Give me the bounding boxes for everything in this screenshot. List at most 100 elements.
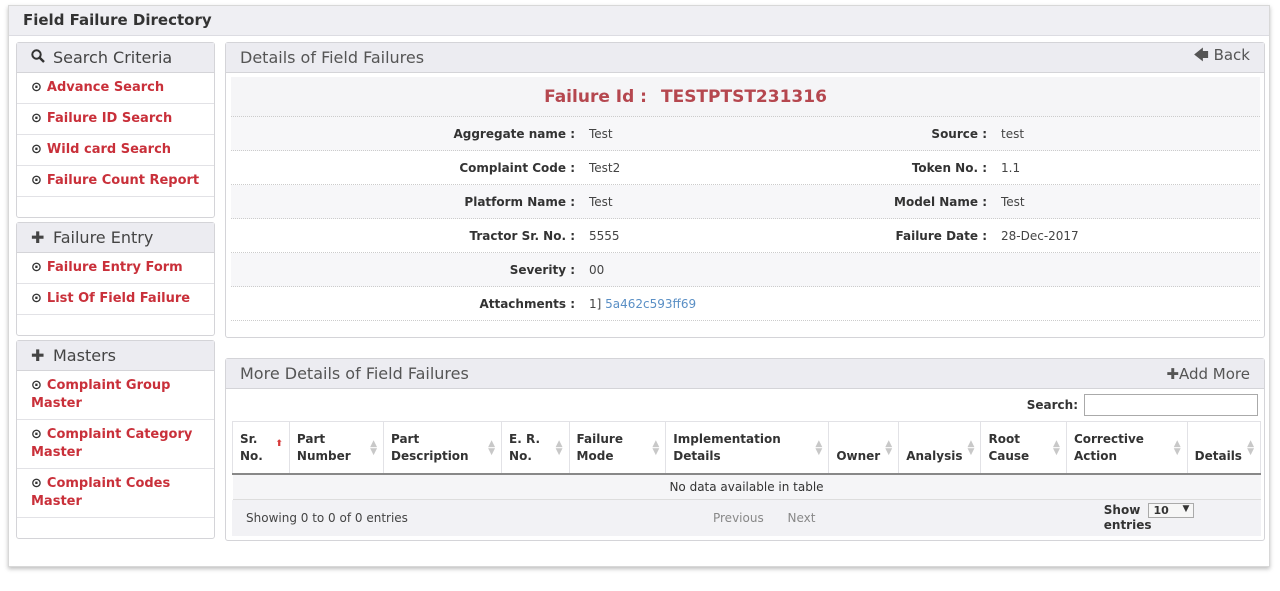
sidebar-item-label: Failure ID Search — [46, 111, 173, 126]
detail-row: Platform Name : Test Model Name : Test — [231, 185, 1260, 219]
source-value: test — [1001, 126, 1025, 141]
failure-entry-title: Failure Entry — [53, 228, 154, 247]
sort-icon: ▲ ▼ — [1173, 439, 1181, 457]
circle-dot-icon: ⊙ — [31, 111, 42, 126]
pagination: Previous Next — [713, 511, 1104, 525]
sort-icon: ▲ ▼ — [652, 439, 660, 457]
failure-entry-panel: ✚ Failure Entry ⊙ Failure Entry Form ⊙ Lis… — [16, 222, 215, 336]
page-length-value: 10 — [1153, 504, 1169, 517]
sidebar-item-label: Failure Entry Form — [46, 260, 183, 275]
sidebar-item-failure-id-search[interactable]: ⊙ Failure ID Search — [17, 104, 214, 135]
sort-icon: ▲ ▼ — [555, 439, 563, 457]
tractor-label: Tractor Sr. No. : — [469, 228, 575, 243]
sidebar-item-list-of-field-failure[interactable]: ⊙ List Of Field Failure — [17, 284, 214, 315]
page-length-select[interactable]: 10 ▼ — [1148, 503, 1195, 518]
sidebar-item-label: Complaint Codes Master — [31, 476, 171, 509]
circle-dot-icon: ⊙ — [31, 80, 42, 95]
masters-header: ✚ Masters — [17, 341, 214, 371]
column-header-er-no[interactable]: E. R. No. ▲ ▼ — [501, 421, 570, 475]
sidebar-item-complaint-codes-master[interactable]: ⊙ Complaint Codes Master — [17, 469, 214, 518]
column-header-details[interactable]: Details ▲ ▼ — [1186, 421, 1262, 475]
column-header-root-cause[interactable]: Root Cause ▲ ▼ — [980, 421, 1067, 475]
column-header-implementation-details[interactable]: Implementation Details ▲ ▼ — [665, 421, 830, 475]
column-header-owner[interactable]: Owner ▲ ▼ — [828, 421, 900, 475]
token-value: 1.1 — [1001, 160, 1021, 175]
failure-id-value: TESTPTST231316 — [660, 86, 827, 107]
search-input[interactable] — [1084, 394, 1258, 416]
sidebar-item-complaint-category-master[interactable]: ⊙ Complaint Category Master — [17, 420, 214, 469]
back-button[interactable]: 🡄 Back — [1193, 45, 1250, 70]
model-label: Model Name : — [894, 194, 987, 209]
aggregate-label: Aggregate name : — [453, 126, 575, 141]
previous-button[interactable]: Previous — [713, 511, 764, 525]
model-value: Test — [1001, 194, 1025, 209]
back-label: Back — [1213, 46, 1250, 64]
details-header: Details of Field Failures 🡄 Back — [226, 43, 1264, 73]
search-criteria-panel: Search Criteria ⊙ Advance Search ⊙ Failure… — [16, 42, 215, 218]
more-details-panel: More Details of Field Failures ✚Add More… — [225, 358, 1265, 541]
plus-icon: ✚ — [31, 228, 45, 247]
sort-icon: ▲ ▼ — [370, 439, 377, 457]
sort-icon: ▲ ▼ — [885, 439, 893, 457]
next-button[interactable]: Next — [788, 511, 816, 525]
circle-dot-icon: ⊙ — [31, 173, 42, 188]
tractor-value: 5555 — [589, 228, 620, 243]
token-label: Token No. : — [911, 160, 987, 175]
sidebar-item-label: Wild card Search — [46, 142, 172, 157]
sidebar-item-advance-search[interactable]: ⊙ Advance Search — [17, 73, 214, 104]
failure-id-label: Failure Id : — [544, 86, 647, 107]
sidebar-item-complaint-group-master[interactable]: ⊙ Complaint Group Master — [17, 371, 214, 420]
empty-table-message: No data available in table — [232, 473, 1261, 500]
column-header-part-number[interactable]: Part Number ▲ ▼ — [288, 421, 384, 475]
column-header-part-description[interactable]: Part Description ▲ ▼ — [382, 421, 503, 475]
search-criteria-title: Search Criteria — [53, 48, 173, 67]
sidebar-item-label: Complaint Category Master — [31, 427, 193, 460]
column-header-analysis[interactable]: Analysis ▲ ▼ — [898, 421, 982, 475]
platform-value: Test — [589, 194, 613, 209]
source-label: Source : — [931, 126, 987, 141]
sort-asc-icon: ⬆ — [275, 439, 283, 449]
sidebar-item-label: List Of Field Failure — [46, 291, 191, 306]
show-label: Show — [1103, 503, 1141, 517]
sidebar-item-failure-entry-form[interactable]: ⊙ Failure Entry Form — [17, 253, 214, 284]
details-body: Failure Id : TESTPTST231316 Aggregate na… — [226, 73, 1264, 337]
add-more-button[interactable]: ✚Add More — [1166, 365, 1250, 383]
attachments-value: 1] 5a462c593ff69 — [589, 297, 811, 311]
detail-row: Tractor Sr. No. : 5555 Failure Date : 28… — [231, 219, 1260, 253]
page-length-control: Show 10 ▼ entries — [1104, 503, 1247, 532]
details-rows: Aggregate name : Test Source : test Comp… — [231, 117, 1260, 321]
attachments-label: Attachments : — [479, 296, 575, 311]
detail-row: Attachments : 1] 5a462c593ff69 — [231, 287, 1260, 321]
table-footer: Showing 0 to 0 of 0 entries Previous Nex… — [232, 499, 1261, 536]
sidebar-item-wild-card-search[interactable]: ⊙ Wild card Search — [17, 135, 214, 166]
platform-label: Platform Name : — [464, 194, 575, 209]
sidebar-item-failure-count-report[interactable]: ⊙ Failure Count Report — [17, 166, 214, 197]
circle-dot-icon: ⊙ — [31, 260, 42, 275]
sort-icon: ▲ ▼ — [967, 439, 975, 457]
table-search: Search: — [226, 389, 1264, 421]
add-more-label: Add More — [1179, 364, 1250, 383]
table-header-row: Sr. No. ⬆ Part Number ▲ ▼ Part Description ▲ ▼ E… — [232, 421, 1262, 475]
severity-value: 00 — [589, 262, 605, 277]
plus-icon: ✚ — [31, 346, 45, 365]
column-header-sr-no[interactable]: Sr. No. ⬆ — [232, 421, 290, 475]
details-panel: Details of Field Failures 🡄 Back Failure… — [225, 42, 1265, 338]
sidebar: Search Criteria ⊙ Advance Search ⊙ Failure… — [16, 42, 215, 543]
failure-id-row: Failure Id : TESTPTST231316 — [231, 77, 1260, 117]
sort-icon: ▲ ▼ — [815, 439, 823, 457]
column-header-corrective-action[interactable]: Corrective Action ▲ ▼ — [1065, 421, 1188, 475]
failure-date-label: Failure Date : — [895, 228, 987, 243]
sort-icon: ▲ ▼ — [1247, 439, 1254, 457]
masters-panel: ✚ Masters ⊙ Complaint Group Master ⊙ Compl… — [16, 340, 215, 539]
entries-label: entries — [1103, 518, 1152, 532]
column-header-failure-mode[interactable]: Failure Mode ▲ ▼ — [568, 421, 667, 475]
attachment-link[interactable]: 5a462c593ff69 — [605, 297, 696, 311]
severity-label: Severity : — [509, 262, 575, 277]
detail-row: Aggregate name : Test Source : test — [231, 117, 1260, 151]
plus-icon: ✚ — [1166, 364, 1179, 383]
more-details-header: More Details of Field Failures ✚Add More — [226, 359, 1264, 389]
chevron-down-icon: ▼ — [1182, 504, 1190, 514]
table-row: No data available in table — [232, 473, 1261, 500]
circle-dot-icon: ⊙ — [31, 378, 42, 393]
details-title: Details of Field Failures — [240, 48, 425, 67]
